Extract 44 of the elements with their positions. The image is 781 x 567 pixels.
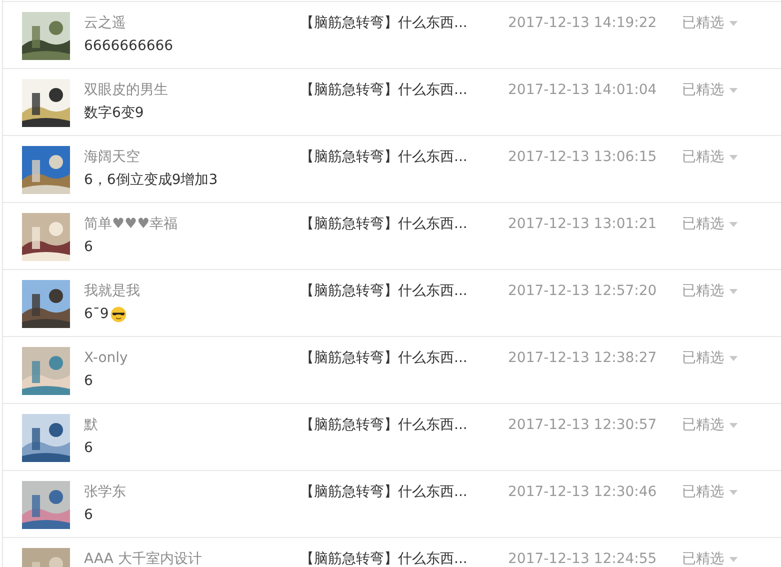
comment-text: 6，6倒立变成9增加3: [84, 171, 218, 189]
comment-time: 2017-12-13 14:01:04: [508, 81, 658, 99]
caret-icon: [729, 20, 738, 26]
user-name: 我就是我: [84, 282, 141, 300]
caret-icon: [729, 288, 738, 294]
user-name: X-only: [84, 349, 129, 367]
user-name: 简单♥♥♥幸福: [84, 215, 179, 233]
comment-text: 6: [84, 439, 93, 457]
comment-time: 2017-12-13 12:24:55: [508, 550, 658, 567]
comment-time: 2017-12-13 12:30:57: [508, 416, 658, 434]
comment-text: 6¯9: [84, 305, 109, 323]
comment-time: 2017-12-13 12:38:27: [508, 349, 658, 367]
comment-time: 2017-12-13 13:01:21: [508, 215, 658, 233]
post-title[interactable]: 【脑筋急转弯】什么东西...: [300, 203, 508, 233]
post-title[interactable]: 【脑筋急转弯】什么东西...: [300, 136, 508, 166]
user-name: 双眼皮的男生: [84, 81, 169, 99]
comment-text: 6: [84, 506, 93, 524]
comment-time: 2017-12-13 12:30:46: [508, 483, 658, 501]
post-title[interactable]: 【脑筋急转弯】什么东西...: [300, 2, 508, 32]
comment-text: 6: [84, 372, 93, 390]
user-name: 默: [84, 416, 99, 434]
post-title[interactable]: 【脑筋急转弯】什么东西...: [300, 538, 508, 567]
comment-text: 6666666666: [84, 37, 174, 55]
caret-icon: [729, 356, 738, 360]
caret-icon: [729, 88, 738, 92]
comment-time: 2017-12-13 12:57:20: [508, 282, 658, 300]
caret-icon: [729, 490, 738, 494]
comment-text: 6: [84, 238, 93, 256]
comment-text: 数字6变9: [84, 104, 144, 122]
caret-icon: [729, 154, 738, 160]
caret-icon: [729, 556, 738, 562]
user-name: AAA 大千室内设计: [84, 550, 203, 567]
post-title[interactable]: 【脑筋急转弯】什么东西...: [300, 471, 508, 501]
user-name: 张学东: [84, 483, 127, 501]
user-name: 云之遥: [84, 14, 127, 32]
post-title[interactable]: 【脑筋急转弯】什么东西...: [300, 270, 508, 300]
comment-time: 2017-12-13 13:06:15: [508, 148, 658, 166]
post-title[interactable]: 【脑筋急转弯】什么东西...: [300, 404, 508, 434]
caret-icon: [729, 222, 738, 226]
comment-time: 2017-12-13 14:19:22: [508, 14, 658, 32]
post-title[interactable]: 【脑筋急转弯】什么东西...: [300, 69, 508, 99]
user-name: 海阔天空: [84, 148, 141, 166]
caret-icon: [729, 422, 738, 428]
post-title[interactable]: 【脑筋急转弯】什么东西...: [300, 337, 508, 367]
